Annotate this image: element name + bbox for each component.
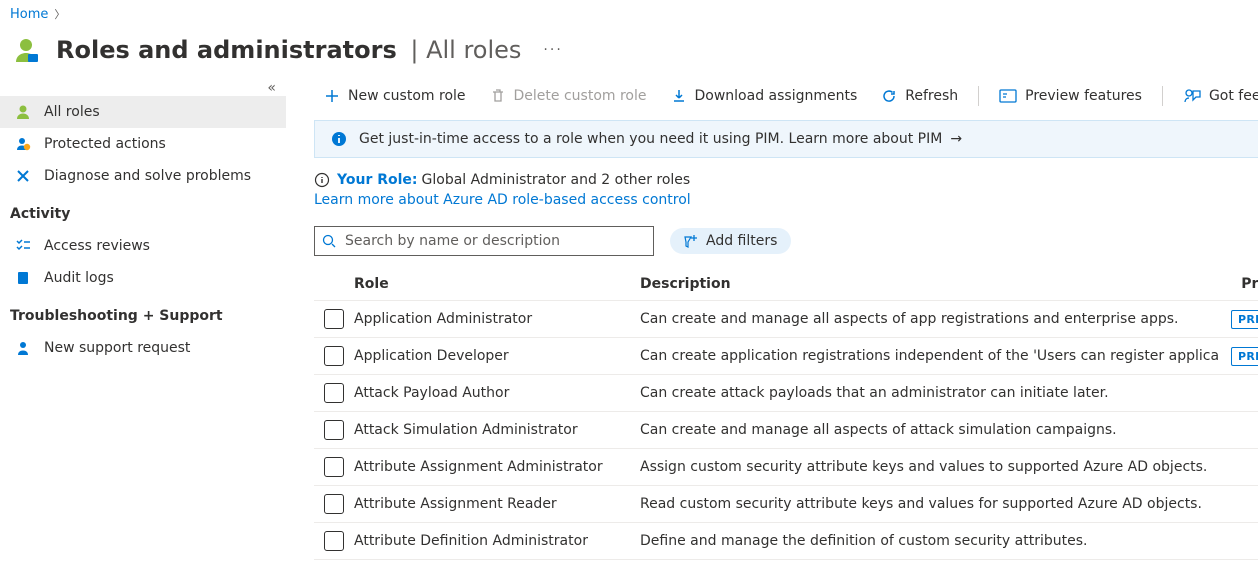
sidebar-item-label: Access reviews [44,238,150,254]
table-row[interactable]: Attack Simulation AdministratorCan creat… [314,412,1258,449]
roles-table: Role Description Privileged Application … [314,268,1258,560]
role-name-cell: Attack Payload Author [354,385,640,401]
table-row[interactable]: Attribute Assignment ReaderRead custom s… [314,486,1258,523]
chevron-right-icon: 〉 [54,6,65,22]
role-privileged-cell: PRIVILEGED [1231,347,1258,366]
preview-icon [999,89,1017,103]
row-checkbox[interactable] [324,346,344,366]
document-icon [14,270,32,286]
sidebar-section-troubleshooting: Troubleshooting + Support [0,294,286,332]
your-role-line: Your Role: Global Administrator and 2 ot… [314,172,1258,188]
main-content: New custom role Delete custom role Downl… [290,80,1258,560]
diagnose-icon [14,168,32,184]
column-header-role[interactable]: Role [354,276,640,292]
row-checkbox[interactable] [324,531,344,551]
got-feedback-button[interactable]: Got feedback? [1173,84,1258,108]
page-title: Roles and administrators [56,36,397,64]
row-checkbox[interactable] [324,457,344,477]
role-description-cell: Can create attack payloads that an admin… [640,385,1231,401]
table-row[interactable]: Attribute Assignment AdministratorAssign… [314,449,1258,486]
plus-icon [324,88,340,104]
info-icon [331,131,347,147]
new-custom-role-button[interactable]: New custom role [314,84,476,108]
sidebar-item-label: Protected actions [44,136,166,152]
search-icon [322,234,336,248]
search-input[interactable] [314,226,654,256]
role-name-cell: Attribute Definition Administrator [354,533,640,549]
arrow-right-icon: → [950,131,962,147]
trash-icon [490,88,506,104]
role-name-cell: Attribute Assignment Administrator [354,459,640,475]
refresh-button[interactable]: Refresh [871,84,968,108]
toolbar-separator [978,86,979,106]
column-header-description[interactable]: Description [640,276,1231,292]
role-description-cell: Can create application registrations ind… [640,348,1231,364]
table-row[interactable]: Attack Payload AuthorCan create attack p… [314,375,1258,412]
download-icon [671,88,687,104]
preview-features-button[interactable]: Preview features [989,84,1152,108]
person-icon [14,104,32,120]
breadcrumb-home-link[interactable]: Home [10,7,48,22]
sidebar: « All roles Protected actions Diagnose a… [0,80,290,364]
role-name-cell: Application Administrator [354,311,640,327]
toolbar-separator [1162,86,1163,106]
table-row[interactable]: Application DeveloperCan create applicat… [314,338,1258,375]
role-description-cell: Assign custom security attribute keys an… [640,459,1231,475]
privileged-badge: PRIVILEGED [1231,310,1258,329]
page-header: Roles and administrators | All roles ··· [0,28,1258,80]
feedback-icon [1183,88,1201,104]
admin-person-icon [10,34,42,66]
sidebar-item-protected-actions[interactable]: Protected actions [0,128,286,160]
filter-row: Add filters [314,226,1258,256]
role-name-cell: Attribute Assignment Reader [354,496,640,512]
row-checkbox[interactable] [324,420,344,440]
sidebar-item-new-support-request[interactable]: New support request [0,332,286,364]
row-checkbox[interactable] [324,309,344,329]
privileged-badge: PRIVILEGED [1231,347,1258,366]
sidebar-item-label: Audit logs [44,270,114,286]
sidebar-section-activity: Activity [0,192,286,230]
role-privileged-cell: PRIVILEGED [1231,310,1258,329]
banner-text: Get just-in-time access to a role when y… [359,131,942,147]
add-filters-button[interactable]: Add filters [670,228,791,254]
role-description-cell: Can create and manage all aspects of app… [640,311,1231,327]
collapse-sidebar-button[interactable]: « [0,80,286,96]
refresh-icon [881,88,897,104]
filter-add-icon [684,234,700,248]
download-assignments-button[interactable]: Download assignments [661,84,868,108]
sidebar-item-label: Diagnose and solve problems [44,168,251,184]
row-checkbox[interactable] [324,494,344,514]
table-header-row: Role Description Privileged [314,268,1258,301]
pim-info-banner[interactable]: Get just-in-time access to a role when y… [314,120,1258,158]
role-description-cell: Read custom security attribute keys and … [640,496,1231,512]
page-subtitle: | All roles [403,36,522,64]
role-name-cell: Attack Simulation Administrator [354,422,640,438]
support-person-icon [14,340,32,356]
table-row[interactable]: Application AdministratorCan create and … [314,301,1258,338]
sidebar-item-label: New support request [44,340,190,356]
column-header-privileged[interactable]: Privileged [1231,276,1258,292]
checklist-icon [14,238,32,254]
breadcrumb: Home 〉 [0,0,1258,28]
shield-person-icon [14,136,32,152]
sidebar-item-all-roles[interactable]: All roles [0,96,286,128]
more-menu-button[interactable]: ··· [543,42,562,58]
sidebar-item-diagnose[interactable]: Diagnose and solve problems [0,160,286,192]
role-description-cell: Can create and manage all aspects of att… [640,422,1231,438]
table-row[interactable]: Attribute Definition AdministratorDefine… [314,523,1258,560]
sidebar-item-audit-logs[interactable]: Audit logs [0,262,286,294]
row-checkbox[interactable] [324,383,344,403]
your-role-label: Your Role: [337,172,418,188]
role-name-cell: Application Developer [354,348,640,364]
sidebar-item-label: All roles [44,104,100,120]
search-box [314,226,654,256]
delete-custom-role-button: Delete custom role [480,84,657,108]
role-description-cell: Define and manage the definition of cust… [640,533,1231,549]
your-role-value: Global Administrator and 2 other roles [422,172,691,188]
sidebar-item-access-reviews[interactable]: Access reviews [0,230,286,262]
learn-more-link[interactable]: Learn more about Azure AD role-based acc… [314,192,691,208]
info-outline-icon [314,172,330,188]
toolbar: New custom role Delete custom role Downl… [314,80,1258,120]
